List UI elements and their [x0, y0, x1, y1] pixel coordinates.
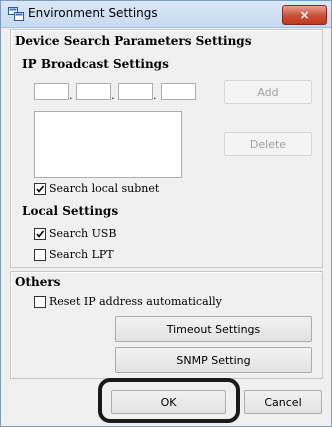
search-usb-label: Search USB	[49, 227, 117, 240]
environment-settings-dialog: Environment Settings × Device Search Par…	[0, 0, 332, 427]
title-bar: Environment Settings ×	[1, 1, 331, 28]
delete-button[interactable]: Delete	[224, 132, 312, 156]
search-usb-checkbox[interactable]	[34, 228, 46, 240]
ip-octet-4[interactable]	[161, 83, 196, 100]
local-settings-title: Local Settings	[22, 204, 119, 218]
window-title: Environment Settings	[28, 6, 158, 20]
ok-button-highlight	[98, 378, 240, 423]
search-local-subnet-checkbox[interactable]	[34, 183, 46, 195]
snmp-setting-button[interactable]: SNMP Setting	[115, 347, 312, 373]
close-button[interactable]: ×	[282, 5, 327, 25]
environment-settings-icon	[8, 7, 24, 21]
ip-octet-1[interactable]	[34, 83, 69, 100]
ip-broadcast-title: IP Broadcast Settings	[22, 57, 169, 71]
ip-separator: .	[69, 89, 73, 102]
add-button[interactable]: Add	[224, 80, 312, 104]
checkmark-icon	[36, 185, 45, 193]
checkmark-icon	[36, 230, 45, 238]
search-lpt-checkbox[interactable]	[34, 249, 46, 261]
reset-ip-checkbox[interactable]	[34, 296, 46, 308]
ip-octet-2[interactable]	[76, 83, 111, 100]
cancel-button[interactable]: Cancel	[244, 390, 322, 414]
ip-separator: .	[111, 89, 115, 102]
ip-separator: .	[153, 89, 157, 102]
timeout-settings-button[interactable]: Timeout Settings	[115, 316, 312, 342]
reset-ip-label: Reset IP address automatically	[49, 295, 222, 308]
ip-octet-3[interactable]	[118, 83, 153, 100]
close-icon: ×	[299, 8, 310, 22]
search-lpt-label: Search LPT	[49, 248, 114, 261]
ip-address-list[interactable]	[34, 111, 182, 178]
search-local-subnet-label: Search local subnet	[49, 182, 160, 195]
device-search-group-title: Device Search Parameters Settings	[15, 34, 252, 48]
others-group-title: Others	[15, 275, 61, 289]
